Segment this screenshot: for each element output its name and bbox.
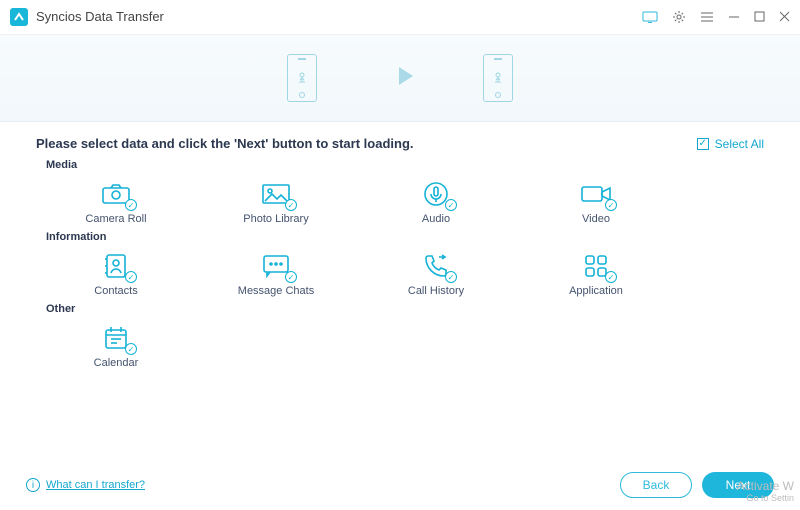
item-message-chats[interactable]: Message Chats [196,251,356,297]
item-label: Camera Roll [85,213,146,225]
source-phone-icon [287,54,317,102]
item-label: Contacts [94,285,137,297]
settings-icon[interactable] [672,10,686,24]
item-label: Photo Library [243,213,308,225]
item-audio[interactable]: Audio [356,179,516,225]
item-contacts[interactable]: Contacts [36,251,196,297]
app-logo-icon [10,8,28,26]
next-button[interactable]: Next [702,472,774,498]
select-all-toggle[interactable]: Select All [697,137,764,151]
select-all-label: Select All [715,137,764,151]
app-window: Syncios Data Transfer Please select data… [0,0,800,510]
screen-icon[interactable] [642,11,658,23]
item-label: Call History [408,285,464,297]
select-all-checkbox-icon [697,138,709,150]
close-icon[interactable] [779,11,790,22]
content-area: Please select data and click the 'Next' … [0,122,800,460]
item-label: Video [582,213,610,225]
app-title: Syncios Data Transfer [36,9,642,24]
item-call-history[interactable]: Call History [356,251,516,297]
group-information-label: Information [46,231,764,243]
item-label: Audio [422,213,450,225]
group-information-items: Contacts Message Chats Call History [36,251,764,297]
item-label: Application [569,285,623,297]
item-label: Message Chats [238,285,314,297]
group-media-label: Media [46,159,764,171]
item-video[interactable]: Video [516,179,676,225]
group-media-items: Camera Roll Photo Library Audio [36,179,764,225]
item-label: Calendar [94,357,139,369]
camera-icon [97,179,135,209]
footer-buttons: Back Next [620,472,774,498]
instruction-text: Please select data and click the 'Next' … [36,136,414,151]
back-button[interactable]: Back [620,472,692,498]
group-other-items: Calendar [36,323,764,369]
window-controls [642,10,790,24]
footer: i What can I transfer? Back Next [0,460,800,510]
item-photo-library[interactable]: Photo Library [196,179,356,225]
item-application[interactable]: Application [516,251,676,297]
target-phone-icon [483,54,513,102]
maximize-icon[interactable] [754,11,765,22]
transfer-banner [0,34,800,122]
item-camera-roll[interactable]: Camera Roll [36,179,196,225]
call-history-icon [417,251,455,281]
menu-icon[interactable] [700,11,714,23]
transfer-arrow-icon [377,63,423,94]
group-other-label: Other [46,303,764,315]
item-calendar[interactable]: Calendar [36,323,196,369]
video-icon [577,179,615,209]
contacts-icon [97,251,135,281]
photo-icon [257,179,295,209]
message-icon [257,251,295,281]
audio-icon [417,179,455,209]
calendar-icon [97,323,135,353]
info-icon: i [26,478,40,492]
help-text: What can I transfer? [46,479,145,491]
application-icon [577,251,615,281]
minimize-icon[interactable] [728,11,740,23]
help-link[interactable]: i What can I transfer? [26,478,145,492]
titlebar: Syncios Data Transfer [0,0,800,34]
